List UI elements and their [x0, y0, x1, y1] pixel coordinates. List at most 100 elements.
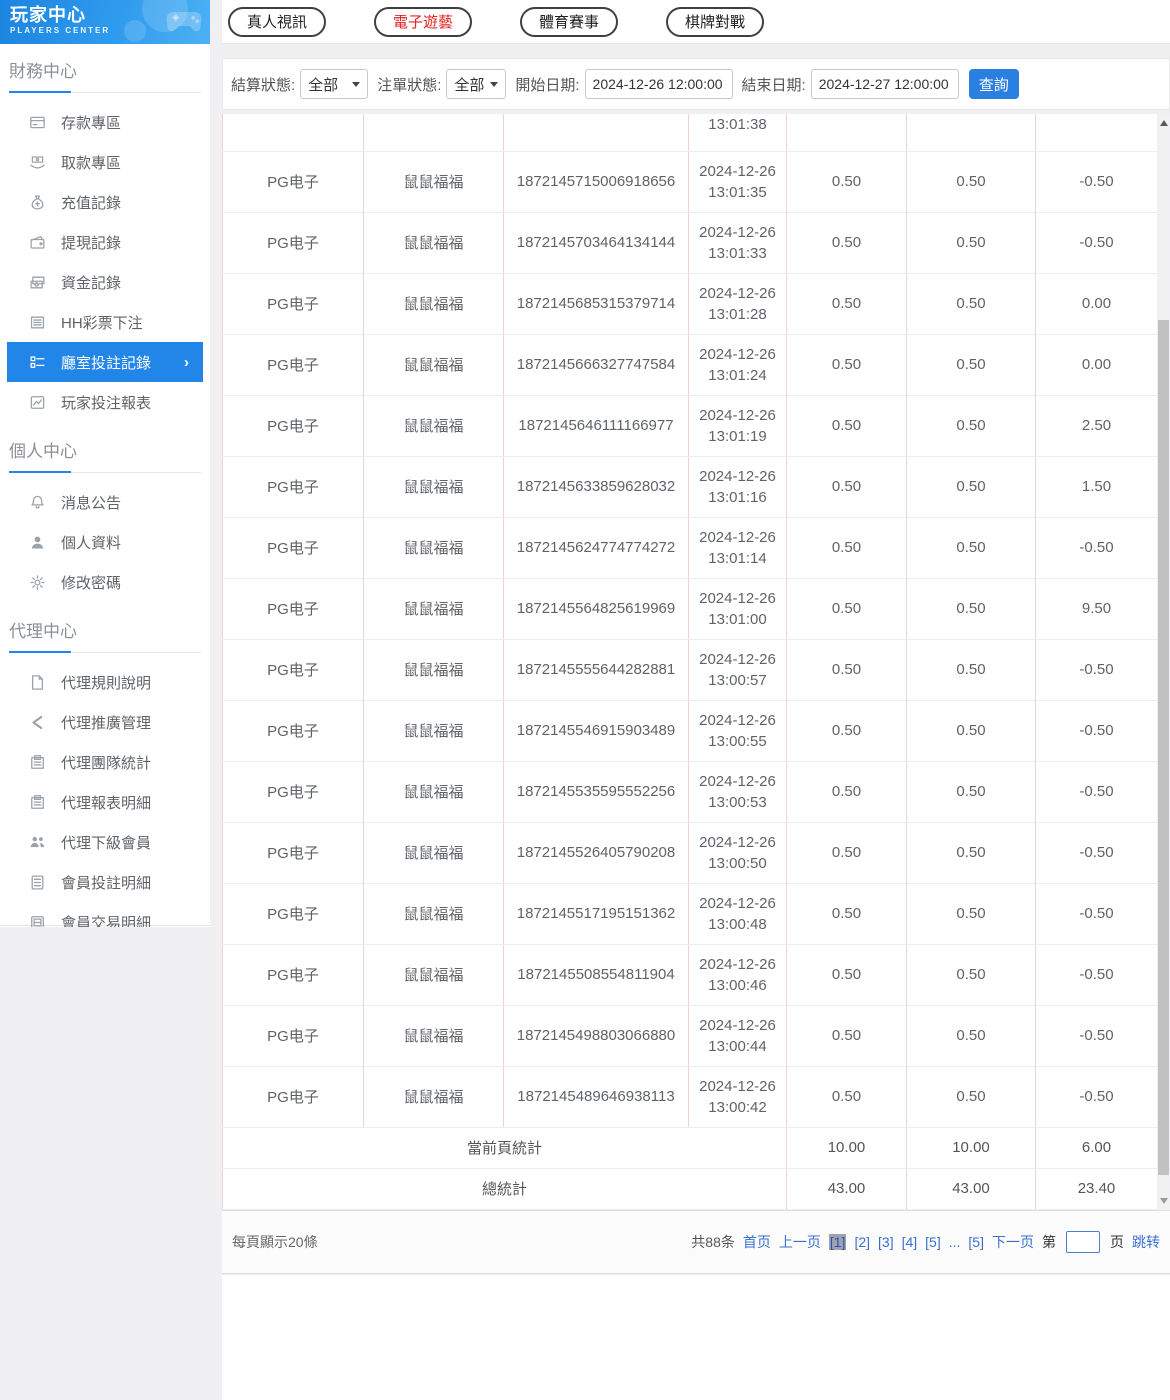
tab-board-card-battle[interactable]: 棋牌對戰 [666, 7, 764, 37]
table-row: PG电子鼠鼠福福18721456663277475842024-12-2613:… [223, 334, 1158, 395]
tab-electronic-games[interactable]: 電子遊藝 [374, 7, 472, 37]
sidebar-item-label: 資金記錄 [61, 272, 121, 293]
cell-win-loss: 0.00 [1036, 273, 1158, 334]
settle-status-value: 全部 [308, 74, 338, 95]
cell-valid-bet: 0.50 [907, 822, 1036, 883]
sidebar-item-label: 廳室投註記錄 [61, 352, 151, 373]
cell-game-name: 鼠鼠福福 [364, 700, 504, 761]
cell-bet-amount: 0.50 [787, 517, 907, 578]
scrollbar-thumb[interactable] [1158, 320, 1169, 1175]
cell-order-id: 1872145526405790208 [504, 822, 689, 883]
page-number-link[interactable]: [5] [968, 1234, 984, 1250]
pager-nav-link[interactable]: 下一页 [992, 1232, 1034, 1252]
cell-valid-bet: 0.50 [907, 883, 1036, 944]
cell-order-id: 1872145555644282881 [504, 639, 689, 700]
start-date-input[interactable] [585, 69, 733, 99]
sidebar-item-label: 存款專區 [61, 112, 121, 133]
page-number-link[interactable]: [5] [925, 1234, 941, 1250]
sidebar-item[interactable]: 代理團隊統計 [7, 742, 203, 782]
pager-nav-link[interactable]: 上一页 [779, 1232, 821, 1252]
cell-game-name: 鼠鼠福福 [364, 334, 504, 395]
end-date-label: 結束日期: [742, 74, 806, 95]
cell-win-loss: -0.50 [1036, 151, 1158, 212]
cell-order-id: 1872145508554811904 [504, 944, 689, 1005]
cell-game-name: 鼠鼠福福 [364, 1005, 504, 1066]
sidebar-item[interactable]: 存款專區 [7, 102, 203, 142]
cell-bet-time: 2024-12-2613:01:28 [689, 273, 787, 334]
page-number-link[interactable]: [4] [902, 1234, 918, 1250]
cell-bet-time: 2024-12-2613:00:44 [689, 1005, 787, 1066]
cell-win-loss [1036, 114, 1158, 151]
sidebar-item[interactable]: 代理推廣管理 [7, 702, 203, 742]
brand-header: 玩家中心 PLAYERS CENTER [0, 0, 210, 44]
sidebar-item[interactable]: 代理下級會員 [7, 822, 203, 862]
cell-valid-bet [907, 114, 1036, 151]
sidebar-item[interactable]: 玩家投注報表 [7, 382, 203, 422]
cell-valid-bet: 0.50 [907, 395, 1036, 456]
page-number-link[interactable]: [1] [829, 1234, 847, 1250]
cell-bet-amount: 0.50 [787, 456, 907, 517]
cell-game-name: 鼠鼠福福 [364, 578, 504, 639]
cell-order-id: 1872145517195151362 [504, 883, 689, 944]
summary-win-loss: 23.40 [1036, 1168, 1158, 1209]
sidebar-item[interactable]: 提現記錄 [7, 222, 203, 262]
order-status-select[interactable]: 全部 [446, 69, 506, 99]
page-number-link[interactable]: [3] [878, 1234, 894, 1250]
cell-game-name: 鼠鼠福福 [364, 212, 504, 273]
sidebar-item[interactable]: 代理規則說明 [7, 662, 203, 702]
table-row: PG电子鼠鼠福福18721454896469381132024-12-2613:… [223, 1066, 1158, 1127]
sidebar-item[interactable]: 取款專區 [7, 142, 203, 182]
pager-nav-link[interactable]: 首页 [743, 1232, 771, 1252]
sidebar-item[interactable]: 資金記錄 [7, 262, 203, 302]
table-row: PG电子鼠鼠福福18721456338596280322024-12-2613:… [223, 456, 1158, 517]
cell-game-name: 鼠鼠福福 [364, 395, 504, 456]
cell-valid-bet: 0.50 [907, 578, 1036, 639]
scroll-down-arrow-icon[interactable] [1157, 1193, 1170, 1208]
cell-valid-bet: 0.50 [907, 456, 1036, 517]
cell-game-type: PG电子 [223, 883, 364, 944]
cell-bet-amount: 0.50 [787, 700, 907, 761]
scroll-up-arrow-icon[interactable] [1157, 116, 1170, 131]
page-number-link[interactable]: [2] [854, 1234, 870, 1250]
sidebar-item[interactable]: 會員投註明細 [7, 862, 203, 902]
sidebar-section-items: 存款專區取款專區充值記錄提現記錄資金記錄 HH彩票下注廳室投註記錄›玩家投注報表 [0, 93, 210, 424]
table-row: PG电子鼠鼠福福18721457034641341442024-12-2613:… [223, 212, 1158, 273]
jump-page-input[interactable] [1066, 1231, 1100, 1253]
end-date-input[interactable] [811, 69, 959, 99]
lottery-bet-icon [29, 314, 46, 331]
sidebar-item[interactable]: HH彩票下注 [7, 302, 203, 342]
sidebar-section-title: 財務中心 [9, 57, 201, 93]
table-scrollbar [1157, 114, 1170, 1210]
cell-win-loss: -0.50 [1036, 700, 1158, 761]
cell-bet-time: 2024-12-2613:01:14 [689, 517, 787, 578]
deposit-icon [29, 114, 46, 131]
cell-win-loss: -0.50 [1036, 639, 1158, 700]
summary-bet-amount: 43.00 [787, 1168, 907, 1209]
jump-button[interactable]: 跳转 [1132, 1232, 1160, 1252]
sidebar-item[interactable]: 消息公告 [7, 482, 203, 522]
sidebar-item-label: 代理團隊統計 [61, 752, 151, 773]
cell-game-name: 鼠鼠福福 [364, 883, 504, 944]
settle-status-select[interactable]: 全部 [300, 69, 368, 99]
cell-win-loss: -0.50 [1036, 822, 1158, 883]
tab-live-video[interactable]: 真人視訊 [228, 7, 326, 37]
player-bet-report-icon [29, 394, 46, 411]
sidebar-item[interactable]: 修改密碼 [7, 562, 203, 602]
cell-bet-time: 2024-12-2613:01:16 [689, 456, 787, 517]
table-row: PG电子鼠鼠福福18721455355955522562024-12-2613:… [223, 761, 1158, 822]
cell-bet-amount: 0.50 [787, 395, 907, 456]
sidebar-item-label: 代理規則說明 [61, 672, 151, 693]
cell-order-id: 1872145535595552256 [504, 761, 689, 822]
cell-bet-amount: 0.50 [787, 944, 907, 1005]
chevron-down-icon [352, 82, 360, 87]
sidebar-item-label: 個人資料 [61, 532, 121, 553]
search-button[interactable]: 查詢 [969, 69, 1019, 99]
summary-win-loss: 6.00 [1036, 1127, 1158, 1168]
tab-sports-events[interactable]: 體育賽事 [520, 7, 618, 37]
sidebar-item[interactable]: 廳室投註記錄› [7, 342, 203, 382]
settle-status-label: 結算狀態: [231, 74, 295, 95]
sidebar-item[interactable]: 充值記錄 [7, 182, 203, 222]
sidebar-item[interactable]: 代理報表明細 [7, 782, 203, 822]
cell-bet-time: 2024-12-2613:01:33 [689, 212, 787, 273]
sidebar-item[interactable]: 個人資料 [7, 522, 203, 562]
